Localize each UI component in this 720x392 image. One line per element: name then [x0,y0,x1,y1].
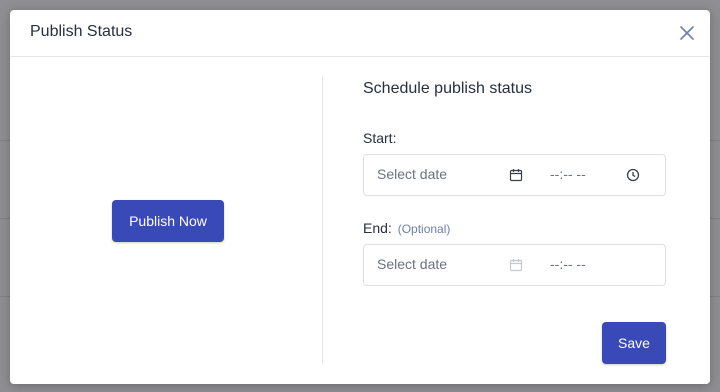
modal-header: Publish Status [10,10,710,57]
pane-divider [322,77,323,363]
publish-now-pane: Publish Now [10,57,322,384]
calendar-icon[interactable] [509,258,523,272]
start-date-input[interactable]: Select date [377,166,447,182]
start-label: Start: [363,130,397,146]
start-time-input[interactable]: --:-- -- [550,166,586,182]
end-time-input[interactable]: --:-- -- [550,256,586,272]
modal-title: Publish Status [30,23,133,40]
optional-label: (Optional) [397,222,451,236]
schedule-title: Schedule publish status [363,80,532,97]
start-datetime-field[interactable]: Select date --:-- -- [363,154,666,196]
end-label: End: (Optional) [363,220,450,236]
close-icon[interactable] [678,24,696,42]
end-date-input[interactable]: Select date [377,256,447,272]
end-label-text: End: [363,220,392,236]
publish-now-button[interactable]: Publish Now [112,200,224,242]
publish-status-modal: Publish Status Publish Now Schedule publ… [10,10,710,384]
save-button[interactable]: Save [602,322,666,364]
clock-icon[interactable] [626,168,640,182]
end-datetime-field[interactable]: Select date --:-- -- [363,244,666,286]
calendar-icon[interactable] [509,168,523,182]
